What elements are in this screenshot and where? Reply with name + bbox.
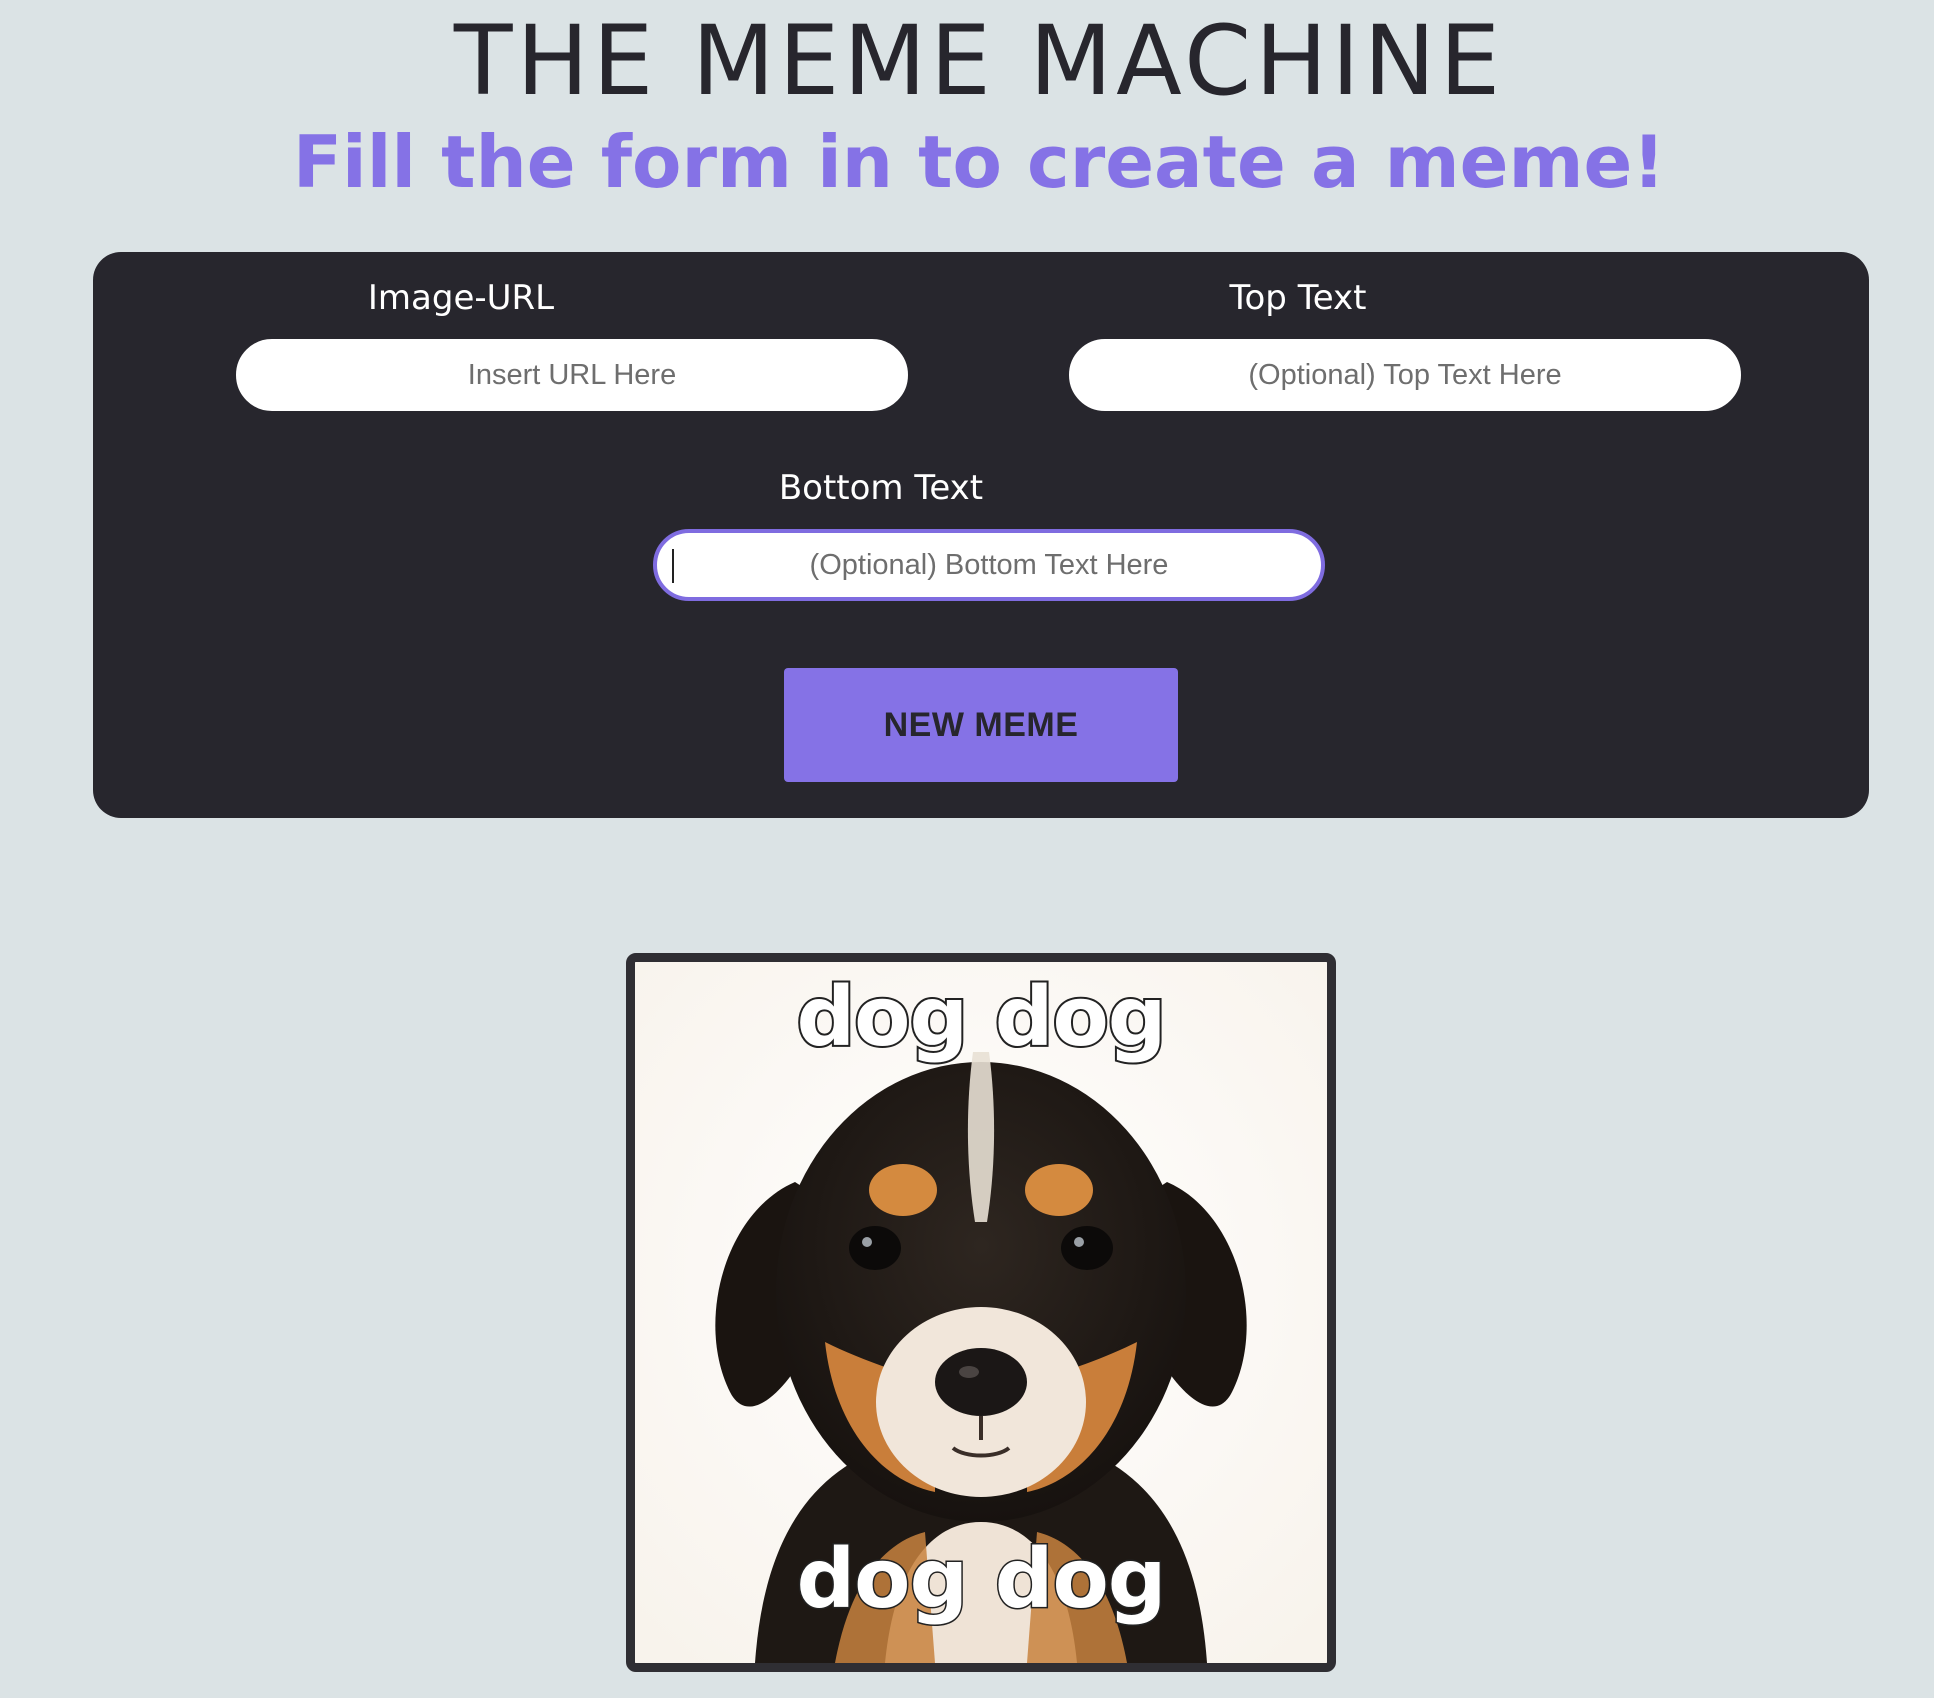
image-url-label: Image-URL <box>367 278 555 318</box>
top-text-input[interactable] <box>1069 339 1741 411</box>
image-url-input[interactable] <box>236 339 908 411</box>
page-title: THE MEME MACHINE <box>453 5 1505 117</box>
meme-card: dog dog dog dog <box>626 953 1336 1672</box>
top-text-label: Top Text <box>1229 278 1367 318</box>
page-subtitle: Fill the form in to create a meme! <box>292 120 1666 204</box>
bottom-text-label: Bottom Text <box>778 468 984 508</box>
meme-bottom-text: dog dog <box>795 1532 1168 1627</box>
meme-top-text: dog dog <box>794 970 1168 1066</box>
new-meme-button[interactable]: NEW MEME <box>784 668 1178 782</box>
bottom-text-input[interactable] <box>653 529 1325 601</box>
text-caret <box>672 549 674 583</box>
